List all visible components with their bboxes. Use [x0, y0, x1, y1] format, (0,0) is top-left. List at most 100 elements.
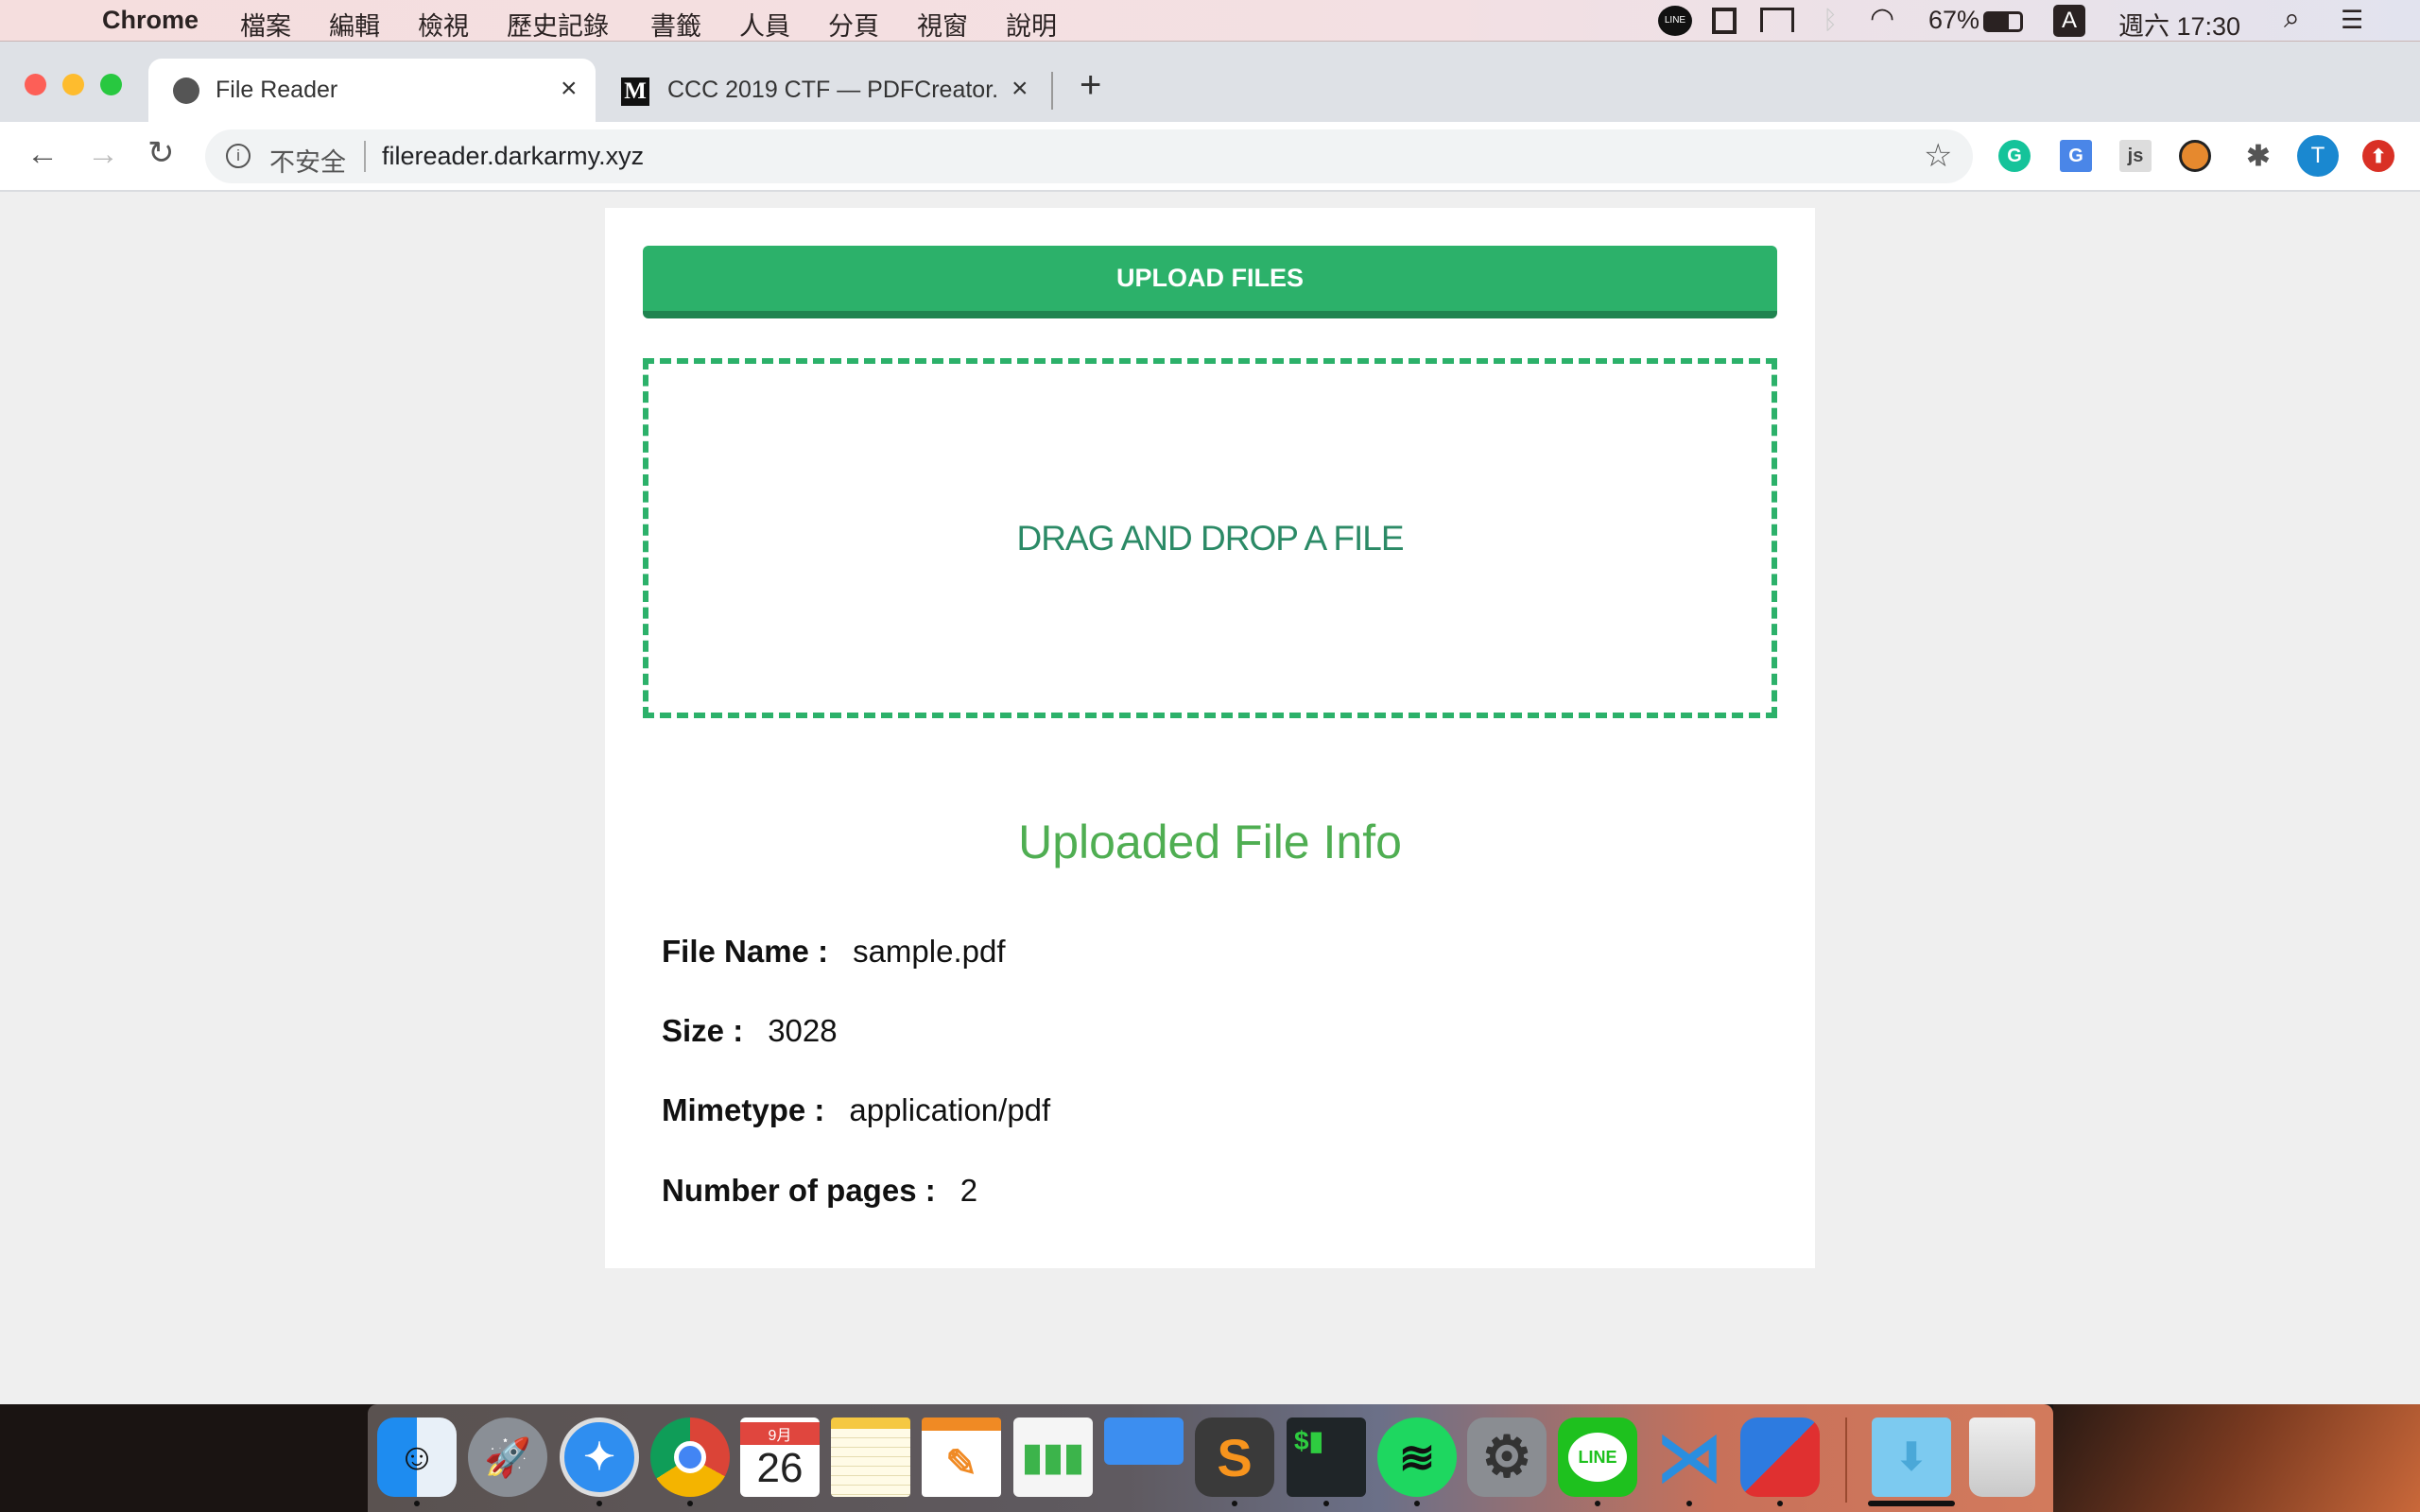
field-label: Size :: [662, 1013, 744, 1048]
dock-parallels-icon[interactable]: [1740, 1418, 1820, 1497]
tab-title: CCC 2019 CTF — PDFCreator.: [667, 77, 999, 103]
tab-divider: [1051, 72, 1053, 110]
profile-avatar[interactable]: T: [2297, 135, 2339, 177]
dock-launchpad-icon[interactable]: 🚀: [468, 1418, 547, 1497]
tab-close-icon[interactable]: ×: [561, 73, 578, 105]
field-value: sample.pdf: [853, 934, 1006, 969]
grammarly-icon[interactable]: G: [1998, 140, 2031, 172]
upload-files-button[interactable]: UPLOAD FILES: [643, 246, 1777, 318]
menu-bar: Chrome 檔案 編輯 檢視 歷史記錄 書籤 人員 分頁 視窗 說明 LINE…: [0, 0, 2420, 42]
dock-system-preferences-icon[interactable]: ⚙: [1467, 1418, 1547, 1497]
file-name-row: File Name : sample.pdf: [662, 934, 1006, 970]
dock-sublime-icon[interactable]: S: [1195, 1418, 1274, 1497]
tab-ccc-ctf[interactable]: M CCC 2019 CTF — PDFCreator. ×: [596, 59, 1049, 122]
bluetooth-icon[interactable]: ᛒ: [1823, 6, 1838, 35]
field-label: File Name :: [662, 934, 829, 969]
running-indicator: [1595, 1501, 1600, 1506]
forward-button[interactable]: →: [87, 136, 119, 173]
dock-separator: [1845, 1418, 1847, 1503]
field-value: 3028: [768, 1013, 838, 1048]
calendar-day: 26: [756, 1445, 804, 1491]
field-label: Mimetype :: [662, 1092, 825, 1127]
screen-mirror-icon[interactable]: [1712, 8, 1737, 34]
running-indicator: [1232, 1501, 1237, 1506]
menu-tab[interactable]: 分頁: [828, 6, 879, 43]
line-icon[interactable]: LINE: [1658, 6, 1692, 36]
spotlight-icon[interactable]: ⌕: [2284, 3, 2300, 35]
dock-keynote-icon[interactable]: [1104, 1418, 1184, 1465]
menu-bookmarks[interactable]: 書籤: [650, 6, 701, 43]
line-label: LINE: [1568, 1433, 1627, 1482]
dock-trash-icon[interactable]: [1969, 1418, 2035, 1497]
battery-icon[interactable]: [1983, 11, 2023, 32]
js-toggle-icon[interactable]: js: [2119, 140, 2152, 172]
medium-icon: M: [621, 77, 649, 106]
notification-center-icon[interactable]: ☰: [2341, 6, 2363, 35]
tab-title: File Reader: [216, 77, 338, 103]
dock-spotify-icon[interactable]: ≋: [1377, 1418, 1457, 1497]
extensions-puzzle-icon[interactable]: ✱: [2242, 140, 2274, 172]
globe-icon: [173, 77, 199, 104]
zoom-window-button[interactable]: [100, 74, 122, 95]
disabled-extension-icon[interactable]: [2179, 140, 2211, 172]
running-indicator: [1323, 1501, 1329, 1506]
back-button[interactable]: ←: [26, 136, 59, 173]
minimize-window-button[interactable]: [62, 74, 84, 95]
menu-view[interactable]: 檢視: [418, 6, 469, 43]
dock-numbers-icon[interactable]: ▮▮▮: [1013, 1418, 1093, 1497]
running-indicator: [1777, 1501, 1783, 1506]
dock-notes-icon[interactable]: [831, 1418, 910, 1497]
bookmark-star-icon[interactable]: ☆: [1924, 137, 1952, 175]
dock-safari-icon[interactable]: ✦: [560, 1418, 639, 1497]
dock-terminal-icon[interactable]: $▮: [1287, 1418, 1366, 1497]
airplay-icon[interactable]: [1760, 8, 1794, 32]
menu-help[interactable]: 說明: [1006, 6, 1057, 43]
mimetype-row: Mimetype : application/pdf: [662, 1092, 1050, 1128]
field-value: 2: [959, 1173, 978, 1208]
running-indicator: [1414, 1501, 1420, 1506]
dock-line-icon[interactable]: LINE: [1558, 1418, 1637, 1497]
address-bar[interactable]: i 不安全 filereader.darkarmy.xyz ☆: [205, 129, 1973, 183]
downloads-progress: [1868, 1501, 1955, 1506]
field-label: Number of pages :: [662, 1173, 936, 1208]
update-icon[interactable]: ⬆: [2362, 140, 2394, 172]
dock-calendar-icon[interactable]: 9月 26: [740, 1418, 820, 1497]
desktop-wallpaper: [2053, 1404, 2420, 1512]
uploaded-file-info-title: Uploaded File Info: [1018, 816, 1402, 868]
close-window-button[interactable]: [25, 74, 46, 95]
omnibox-divider: [364, 141, 366, 172]
tab-close-icon[interactable]: ×: [1011, 73, 1028, 105]
url-input[interactable]: filereader.darkarmy.xyz: [382, 142, 644, 171]
drop-zone-label: DRAG AND DROP A FILE: [1016, 518, 1404, 558]
drop-zone[interactable]: DRAG AND DROP A FILE: [643, 358, 1777, 718]
input-source[interactable]: A: [2053, 5, 2085, 37]
running-indicator: [414, 1501, 420, 1506]
wifi-icon[interactable]: ◠: [1870, 2, 1894, 35]
info-icon[interactable]: i: [226, 144, 251, 168]
menu-history[interactable]: 歷史記錄: [507, 6, 609, 43]
dock-vscode-icon[interactable]: ⋊: [1650, 1418, 1729, 1497]
dock-pages-icon[interactable]: ✎: [922, 1418, 1001, 1497]
security-label: 不安全: [269, 148, 346, 177]
running-indicator: [687, 1501, 693, 1506]
battery-percent: 67%: [1928, 6, 1980, 34]
calendar-month: 9月: [740, 1422, 820, 1445]
menu-file[interactable]: 檔案: [240, 6, 291, 43]
menu-window[interactable]: 視窗: [917, 6, 968, 43]
tab-file-reader[interactable]: File Reader ×: [148, 59, 596, 122]
running-indicator: [1686, 1501, 1692, 1506]
clock[interactable]: 週六 17:30: [2118, 6, 2240, 43]
dock-chrome-icon[interactable]: [650, 1418, 730, 1497]
size-row: Size : 3028: [662, 1013, 838, 1049]
new-tab-button[interactable]: +: [1080, 64, 1101, 107]
pages-row: Number of pages : 2: [662, 1173, 977, 1209]
google-translate-icon[interactable]: G: [2060, 140, 2092, 172]
reload-button[interactable]: ↻: [147, 134, 175, 172]
menu-edit[interactable]: 編輯: [329, 6, 380, 43]
dock-finder-icon[interactable]: ☺: [377, 1418, 457, 1497]
dock-downloads-icon[interactable]: ⬇: [1872, 1418, 1951, 1497]
running-indicator: [596, 1501, 602, 1506]
field-value: application/pdf: [849, 1092, 1051, 1127]
menu-people[interactable]: 人員: [739, 6, 790, 43]
menu-app-name[interactable]: Chrome: [102, 6, 199, 35]
